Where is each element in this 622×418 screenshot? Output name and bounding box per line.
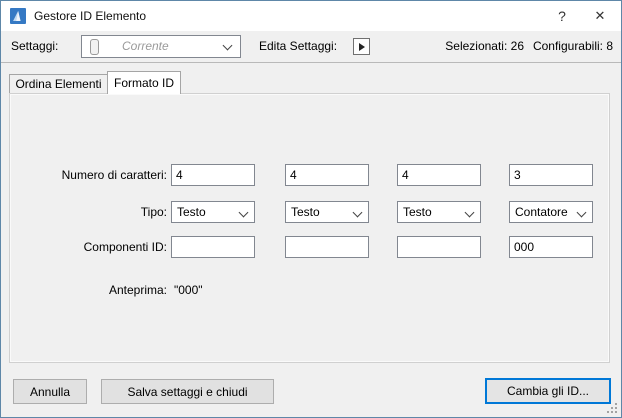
dialog-gestore-id-elemento: Gestore ID Elemento ? ✕ Settaggi: Corren…: [0, 0, 622, 418]
chevron-down-icon: [238, 207, 249, 218]
componenti-id-input-4[interactable]: [509, 236, 593, 258]
componenti-id-input-1[interactable]: [171, 236, 255, 258]
change-ids-button[interactable]: Cambia gli ID...: [485, 378, 611, 404]
tipo-select-3[interactable]: Testo: [397, 201, 481, 223]
tipo-select-1[interactable]: Testo: [171, 201, 255, 223]
tipo-label: Tipo:: [140, 205, 167, 219]
settings-bar: Settaggi: Corrente Edita Settaggi: Selez…: [1, 31, 621, 63]
configurable-count: Configurabili: 8: [532, 39, 613, 53]
anteprima-value: "000": [174, 283, 203, 297]
chevron-down-icon: [576, 207, 587, 218]
num-caratteri-input-4[interactable]: [509, 164, 593, 186]
num-caratteri-input-2[interactable]: [285, 164, 369, 186]
chevron-down-icon: [352, 207, 363, 218]
chevron-down-icon: [222, 40, 233, 51]
tipo-select-3-value: Testo: [403, 205, 432, 219]
edit-settings-label: Edita Settaggi:: [259, 39, 338, 53]
cancel-button[interactable]: Annulla: [13, 379, 87, 404]
tipo-select-1-value: Testo: [177, 205, 206, 219]
resize-grip[interactable]: [615, 411, 617, 413]
settings-combobox[interactable]: Corrente: [81, 35, 241, 58]
edit-settings-flyout-button[interactable]: [353, 38, 370, 55]
componenti-id-label: Componenti ID:: [83, 240, 167, 254]
anteprima-label: Anteprima:: [108, 283, 167, 297]
titlebar[interactable]: Gestore ID Elemento ? ✕: [1, 1, 621, 31]
tab-formato-id[interactable]: Formato ID: [107, 71, 181, 94]
tipo-select-2-value: Testo: [291, 205, 320, 219]
tipo-select-4[interactable]: Contatore: [509, 201, 593, 223]
componenti-id-input-3[interactable]: [397, 236, 481, 258]
num-caratteri-input-1[interactable]: [171, 164, 255, 186]
selected-count: Selezionati: 26: [445, 39, 524, 53]
save-settings-close-button[interactable]: Salva settaggi e chiudi: [101, 379, 274, 404]
help-button[interactable]: ?: [545, 1, 579, 31]
settings-label: Settaggi:: [11, 39, 59, 53]
num-caratteri-input-3[interactable]: [397, 164, 481, 186]
componenti-id-input-2[interactable]: [285, 236, 369, 258]
tipo-select-4-value: Contatore: [515, 205, 568, 219]
settings-combobox-value: Corrente: [122, 39, 169, 53]
chevron-down-icon: [464, 207, 475, 218]
setting-capsule-icon: [90, 39, 99, 55]
play-icon: [358, 42, 365, 51]
formato-id-panel: Numero di caratteri: Tipo: Testo Testo T…: [9, 93, 610, 363]
tipo-select-2[interactable]: Testo: [285, 201, 369, 223]
num-caratteri-label: Numero di caratteri:: [61, 168, 167, 182]
app-icon: [10, 8, 26, 24]
window-title: Gestore ID Elemento: [34, 9, 147, 23]
close-button[interactable]: ✕: [583, 1, 617, 31]
tab-ordina-elementi[interactable]: Ordina Elementi: [9, 74, 108, 94]
